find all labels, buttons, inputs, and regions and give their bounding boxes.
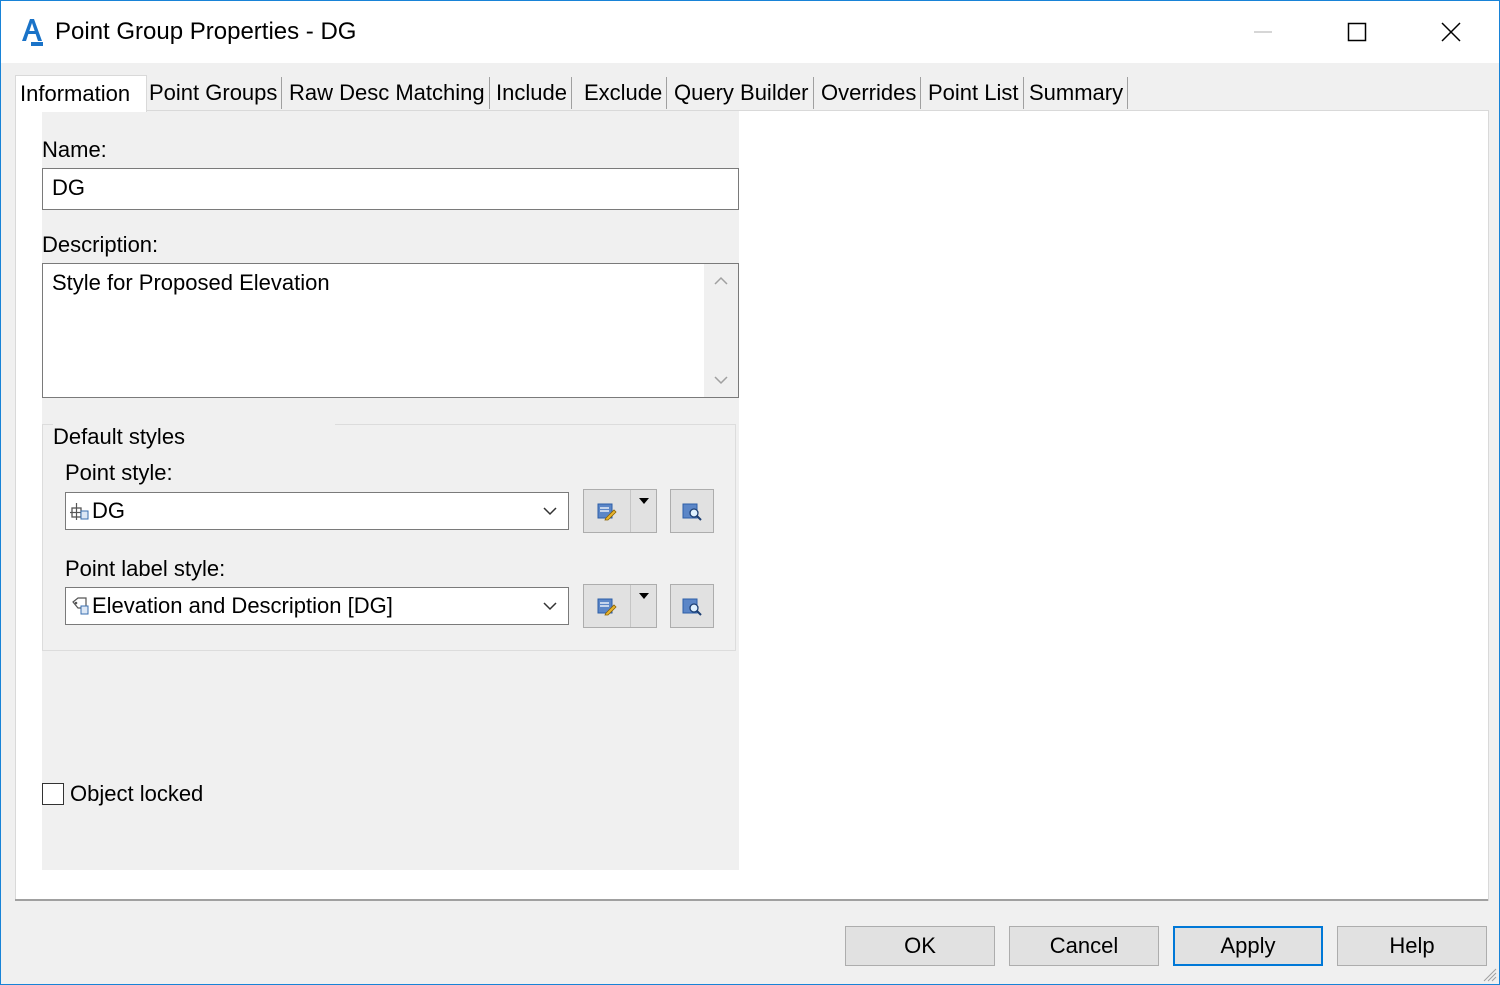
description-scrollbar[interactable] [704, 264, 738, 397]
object-locked-label[interactable]: Object locked [70, 781, 203, 807]
point-style-select[interactable]: DG [65, 492, 569, 530]
tab-point-groups[interactable]: Point Groups [145, 77, 283, 109]
tab-overrides[interactable]: Overrides [817, 77, 922, 109]
point-style-preview-button[interactable] [670, 489, 714, 533]
object-locked-checkbox-row[interactable]: Object locked [42, 781, 203, 807]
edit-style-icon [597, 503, 617, 521]
point-label-style-select[interactable]: Elevation and Description [DG] [65, 587, 569, 625]
caret-down-icon [639, 498, 649, 504]
name-field[interactable]: DG [42, 168, 739, 210]
title-bar: Point Group Properties - DG [1, 1, 1499, 63]
point-style-icon [70, 503, 89, 520]
tab-point-list[interactable]: Point List [924, 77, 1024, 109]
close-icon [1441, 22, 1461, 42]
point-label-style-value: Elevation and Description [DG] [92, 593, 393, 618]
point-group-properties-dialog: Point Group Properties - DG Information … [0, 0, 1500, 985]
tab-exclude[interactable]: Exclude [580, 77, 668, 109]
caret-down-icon [639, 593, 649, 599]
minimize-icon [1254, 31, 1272, 33]
autocad-civil3d-icon [22, 19, 43, 46]
resize-grip-icon[interactable] [1481, 966, 1497, 982]
description-label: Description: [42, 232, 159, 257]
tab-query-builder[interactable]: Query Builder [670, 77, 814, 109]
tab-information[interactable]: Information [15, 75, 147, 112]
tab-include[interactable]: Include [492, 77, 572, 109]
apply-button[interactable]: Apply [1173, 926, 1323, 966]
name-label: Name: [42, 137, 107, 162]
minimize-button[interactable] [1217, 1, 1309, 63]
footer-divider [15, 899, 1488, 901]
point-label-style-preview-button[interactable] [670, 584, 714, 628]
window-title: Point Group Properties - DG [55, 18, 357, 45]
edit-style-icon [597, 598, 617, 616]
maximize-button[interactable] [1311, 1, 1403, 63]
name-value: DG [52, 175, 85, 200]
label-style-icon [72, 597, 89, 615]
point-label-style-edit-dropdown[interactable] [631, 585, 657, 627]
point-label-style-edit-split-button[interactable] [583, 584, 657, 628]
object-locked-checkbox[interactable] [42, 783, 64, 805]
scroll-up-icon[interactable] [714, 276, 728, 286]
point-style-edit-split-button[interactable] [583, 489, 657, 533]
point-style-label: Point style: [65, 460, 173, 485]
help-button[interactable]: Help [1337, 926, 1487, 966]
information-form: Name: DG Description: Style for Proposed… [42, 111, 739, 870]
description-field[interactable]: Style for Proposed Elevation [42, 263, 739, 398]
cancel-button[interactable]: Cancel [1009, 926, 1159, 966]
point-style-edit-button[interactable] [584, 490, 631, 532]
description-value: Style for Proposed Elevation [52, 270, 330, 295]
preview-style-icon [682, 503, 702, 521]
information-tab-panel: Name: DG Description: Style for Proposed… [15, 110, 1489, 901]
point-label-style-label: Point label style: [65, 556, 226, 581]
chevron-down-icon [543, 602, 557, 611]
ok-button[interactable]: OK [845, 926, 995, 966]
tab-summary[interactable]: Summary [1025, 77, 1129, 109]
preview-style-icon [682, 598, 702, 616]
chevron-down-icon [543, 507, 557, 516]
close-button[interactable] [1405, 1, 1497, 63]
maximize-icon [1347, 22, 1367, 42]
tab-strip: Information Point Groups Raw Desc Matchi… [15, 75, 1215, 112]
point-style-value: DG [92, 498, 125, 523]
tab-raw-desc-matching[interactable]: Raw Desc Matching [285, 77, 490, 109]
scroll-down-icon[interactable] [714, 375, 728, 385]
point-style-edit-dropdown[interactable] [631, 490, 657, 532]
default-styles-group: Default styles Point style: DG Point lab… [42, 412, 736, 651]
point-label-style-edit-button[interactable] [584, 585, 631, 627]
